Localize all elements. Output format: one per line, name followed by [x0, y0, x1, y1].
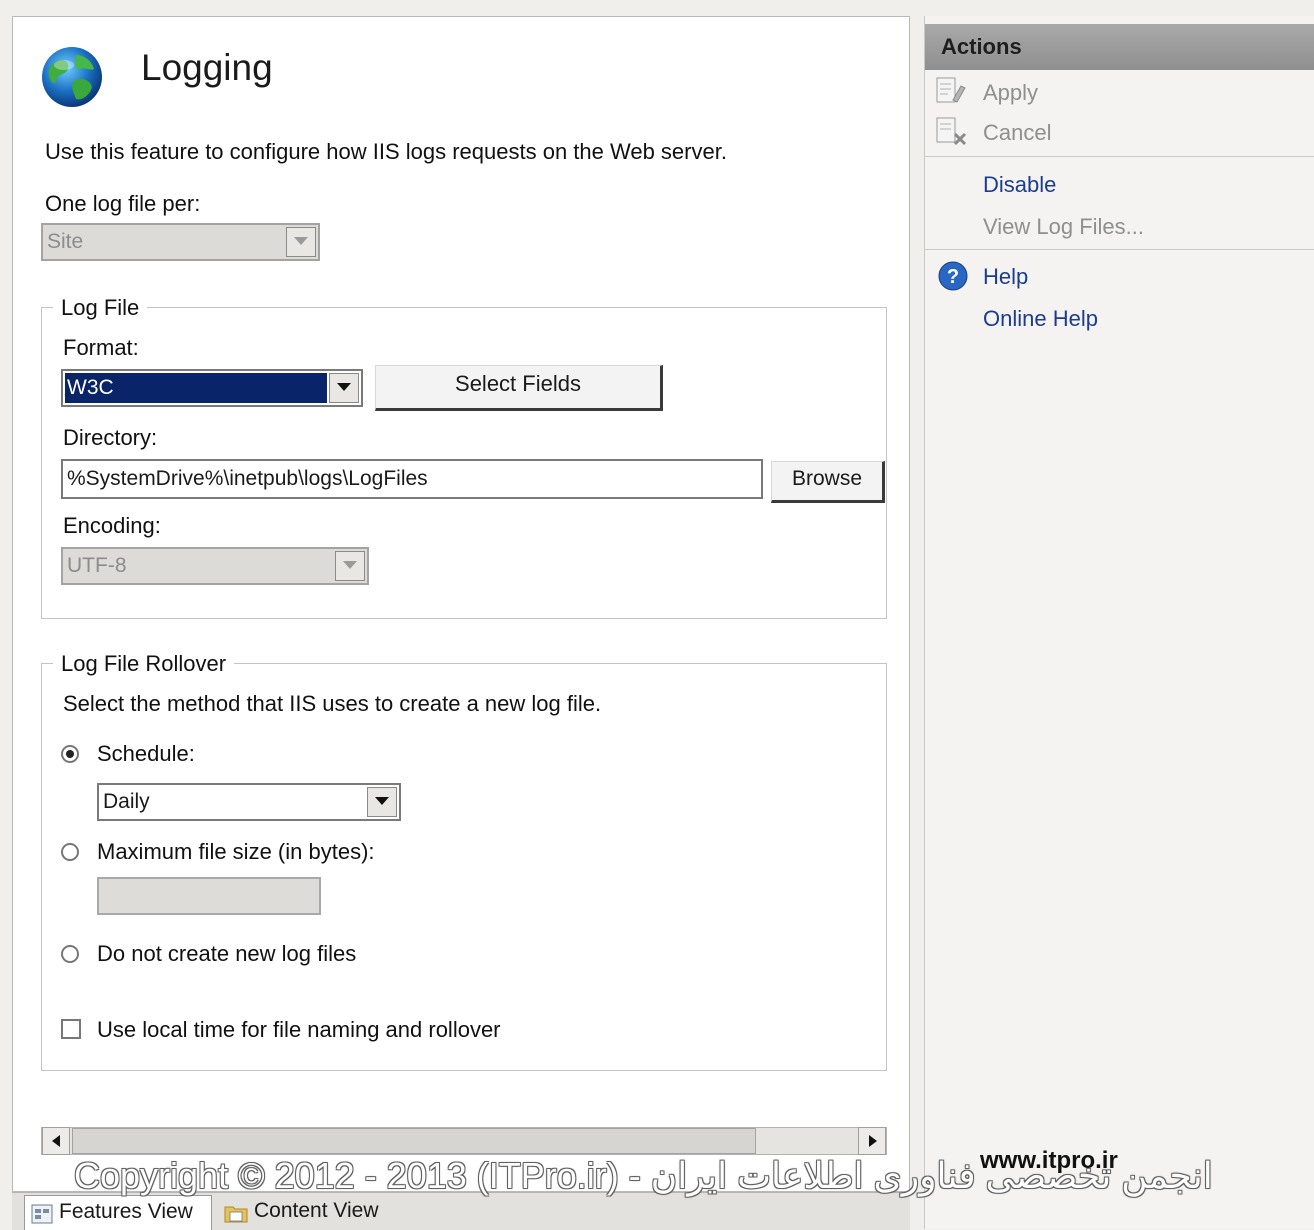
tab-content-view[interactable]: Content View — [218, 1195, 408, 1230]
apply-action[interactable]: Apply — [983, 78, 1038, 108]
format-label: Format: — [63, 335, 139, 360]
online-help-action[interactable]: Online Help — [983, 304, 1098, 334]
directory-label: Directory: — [63, 425, 158, 450]
content-view-label: Content View — [254, 1199, 379, 1222]
no-new-log-files-radio[interactable] — [61, 945, 79, 963]
arrow-right-icon — [869, 1135, 877, 1147]
one-log-file-per-label: One log file per: — [45, 191, 201, 216]
schedule-label: Schedule: — [97, 741, 195, 766]
apply-icon — [935, 76, 971, 108]
schedule-radio[interactable] — [61, 745, 79, 763]
directory-input[interactable]: %SystemDrive%\inetpub\logs\LogFiles — [61, 459, 763, 499]
features-view-icon — [31, 1204, 53, 1224]
one-log-file-per-value: Site — [47, 230, 84, 253]
format-value: W3C — [67, 376, 114, 399]
max-file-size-label: Maximum file size (in bytes): — [97, 839, 375, 864]
log-file-group-title: Log File — [53, 293, 148, 323]
rollover-group-title: Log File Rollover — [53, 649, 235, 679]
folder-icon — [224, 1206, 248, 1223]
rollover-description: Select the method that IIS uses to creat… — [63, 691, 602, 716]
actions-separator — [925, 156, 1314, 157]
svg-text:?: ? — [947, 266, 959, 288]
browse-button[interactable]: Browse — [771, 461, 885, 503]
encoding-label: Encoding: — [63, 513, 161, 538]
site-watermark: www.itpro.ir — [980, 1147, 1118, 1174]
select-fields-button[interactable]: Select Fields — [375, 365, 663, 411]
schedule-dropdown[interactable]: Daily — [97, 783, 401, 821]
cancel-icon — [935, 116, 971, 148]
chevron-down-icon — [329, 373, 359, 403]
format-dropdown[interactable]: W3C — [61, 369, 363, 407]
chevron-down-icon — [367, 787, 397, 817]
help-icon: ? — [937, 260, 969, 292]
view-log-files-action[interactable]: View Log Files... — [983, 212, 1144, 242]
one-log-file-per-dropdown[interactable]: Site — [41, 223, 320, 261]
cancel-action[interactable]: Cancel — [983, 118, 1051, 148]
help-action[interactable]: Help — [983, 262, 1028, 292]
chevron-down-icon — [335, 551, 365, 581]
actions-header: Actions — [925, 24, 1314, 70]
disable-action[interactable]: Disable — [983, 170, 1056, 200]
chevron-down-icon — [286, 227, 316, 257]
rollover-group — [41, 663, 887, 1071]
logging-feature-panel: Logging Use this feature to configure ho… — [12, 16, 910, 1192]
features-view-label: Features View — [59, 1200, 193, 1223]
actions-title: Actions — [941, 34, 1022, 59]
globe-icon — [40, 45, 104, 109]
no-new-log-files-label: Do not create new log files — [97, 941, 357, 966]
encoding-value: UTF-8 — [67, 554, 127, 577]
directory-value: %SystemDrive%\inetpub\logs\LogFiles — [67, 467, 428, 490]
scroll-left-button[interactable] — [42, 1127, 70, 1155]
scroll-thumb[interactable] — [72, 1128, 756, 1154]
encoding-dropdown[interactable]: UTF-8 — [61, 547, 369, 585]
horizontal-scrollbar[interactable] — [41, 1127, 887, 1155]
tab-features-view[interactable]: Features View — [24, 1195, 212, 1230]
actions-pane: Actions Apply Cancel Disable View Log Fi… — [924, 16, 1314, 1229]
arrow-left-icon — [52, 1135, 60, 1147]
page-description: Use this feature to configure how IIS lo… — [45, 139, 727, 164]
scroll-right-button[interactable] — [858, 1127, 886, 1155]
page-title: Logging — [141, 47, 273, 88]
max-file-size-radio[interactable] — [61, 843, 79, 861]
schedule-value: Daily — [103, 790, 150, 813]
local-time-checkbox[interactable] — [61, 1019, 81, 1039]
local-time-label: Use local time for file naming and rollo… — [97, 1017, 501, 1042]
max-file-size-input[interactable] — [97, 877, 321, 915]
actions-separator — [925, 249, 1314, 250]
